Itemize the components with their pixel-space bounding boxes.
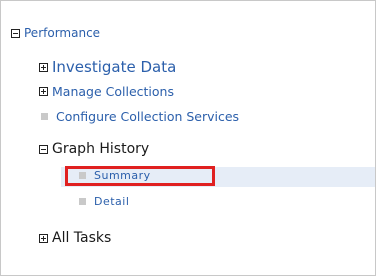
tree-node-performance[interactable]: Performance xyxy=(11,26,100,40)
leaf-bullet-icon xyxy=(79,198,86,205)
highlight-box xyxy=(65,166,215,186)
tree-node-label[interactable]: All Tasks xyxy=(52,230,111,246)
tree-node-graph-history[interactable]: Graph History xyxy=(39,141,149,157)
leaf-bullet-icon xyxy=(41,113,48,120)
tree-node-label[interactable]: Manage Collections xyxy=(52,84,174,99)
tree-node-all-tasks[interactable]: All Tasks xyxy=(39,230,111,246)
collapse-icon[interactable] xyxy=(11,28,20,38)
tree-node-label[interactable]: Detail xyxy=(94,195,129,208)
expand-icon[interactable] xyxy=(39,62,48,72)
tree-node-label[interactable]: Graph History xyxy=(52,141,149,157)
collapse-icon[interactable] xyxy=(39,144,48,154)
expand-icon[interactable] xyxy=(39,233,48,243)
expand-icon[interactable] xyxy=(39,87,48,96)
navigation-panel: Performance Investigate Data Manage Coll… xyxy=(0,0,376,276)
tree-node-detail[interactable]: Detail xyxy=(79,195,129,208)
tree-node-investigate-data[interactable]: Investigate Data xyxy=(39,58,176,76)
tree-node-label[interactable]: Investigate Data xyxy=(52,58,176,76)
tree-node-label[interactable]: Performance xyxy=(24,26,100,40)
tree-node-manage-collections[interactable]: Manage Collections xyxy=(39,84,174,99)
tree-node-label[interactable]: Configure Collection Services xyxy=(56,109,239,124)
tree-node-configure-collection-services[interactable]: Configure Collection Services xyxy=(41,109,239,124)
